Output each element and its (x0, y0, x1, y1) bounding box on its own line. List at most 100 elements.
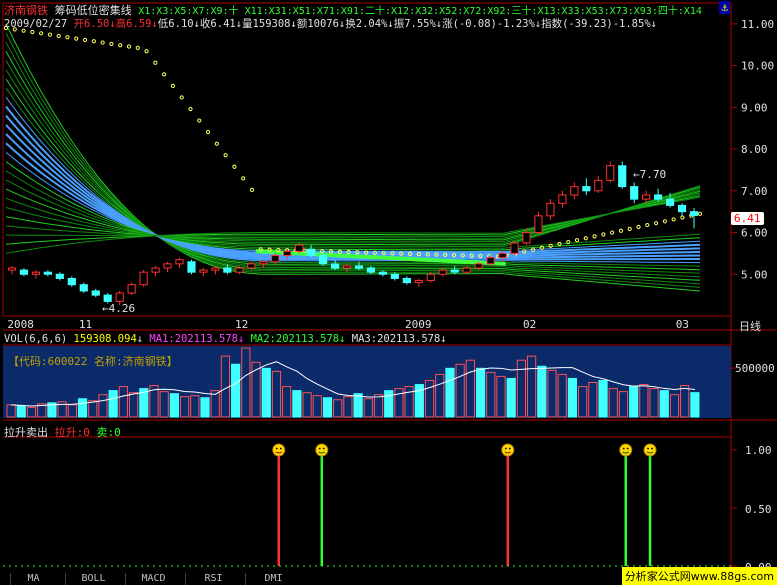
candle-body (642, 194, 651, 200)
candle-body (247, 263, 256, 269)
candle-body (115, 292, 124, 302)
resistance-dot (223, 153, 228, 158)
high-annotation: ←7.70 (633, 168, 667, 181)
resistance-dot (214, 141, 219, 146)
price-tick-label: 8.00 (741, 143, 768, 156)
period-label[interactable]: 日线 (739, 318, 761, 334)
candle-body (259, 261, 268, 265)
close-label: 收 (199, 18, 211, 30)
candle-body (223, 267, 232, 273)
low-label: 低 (157, 18, 169, 30)
lock-icon[interactable]: ⚓ (719, 1, 730, 14)
volume-bar (506, 377, 516, 418)
change-label: 涨 (442, 18, 453, 30)
turnover-label: 换 (345, 18, 356, 30)
resistance-dot (65, 35, 70, 40)
candle-body (378, 271, 388, 275)
tab-ma[interactable]: MA (10, 573, 56, 585)
candle-body (79, 284, 88, 292)
open-value: 6.50 (84, 18, 110, 30)
resistance-dot (197, 118, 202, 123)
resistance-dot (118, 43, 123, 48)
smile-icon-eye (504, 447, 507, 450)
candle-body (175, 259, 184, 265)
resistance-dot (91, 39, 96, 44)
price-tick-label: 7.00 (741, 185, 768, 198)
volume-label: 量 (242, 18, 253, 30)
candle-body (594, 179, 603, 192)
turnover-value: 2.04% (355, 18, 388, 30)
candle-body (558, 194, 567, 204)
signal-axis-05: 0.50 (745, 503, 772, 516)
smile-icon-eye (275, 447, 278, 450)
low-value: 6.10 (168, 18, 194, 30)
candle-body (522, 232, 531, 244)
high-label: 高 (115, 18, 127, 30)
chip-distribution-lines (5, 23, 701, 292)
signal-title: 拉升卖出 (4, 426, 48, 439)
close-value: 6.41 (210, 18, 236, 30)
candle-body (318, 254, 328, 265)
resistance-dot (574, 238, 580, 243)
resistance-dot (205, 130, 211, 135)
volume-bar (475, 367, 486, 418)
candle-body (630, 186, 639, 200)
price-tick-label: 9.00 (741, 101, 768, 114)
high-value: 6.59 (126, 18, 152, 30)
volume-bar (537, 365, 547, 418)
candle-body (426, 273, 435, 282)
candle-body (606, 165, 615, 181)
quote-date: 2009/02/27 (4, 18, 68, 30)
candle-body (665, 198, 675, 206)
volume-bar (292, 390, 302, 418)
smile-icon (272, 443, 286, 457)
candle-body (438, 269, 447, 275)
amount-label: 额 (296, 18, 308, 30)
tab-rsi[interactable]: RSI (185, 573, 241, 585)
ma3-label: MA3: (351, 333, 378, 345)
tab-macd[interactable]: MACD (125, 573, 181, 585)
resistance-dot (162, 72, 167, 77)
amplitude-value: 7.55% (404, 18, 436, 30)
price-tick-label: 11.00 (741, 18, 774, 31)
candle-body (271, 254, 280, 263)
tab-boll[interactable]: BOLL (65, 573, 121, 585)
candle-body (677, 204, 687, 213)
neutral-face-icon-eye (318, 447, 321, 450)
volume-bar (16, 405, 26, 418)
candle-body (618, 165, 627, 188)
volume-bar (108, 390, 118, 418)
volume-bar (322, 397, 333, 418)
resistance-dot (249, 187, 255, 192)
chart-canvas[interactable]: 11.00 10.00 9.00 8.00 7.00 6.00 5.00 (0, 0, 777, 585)
change-value: (-0.08)-1.23% (452, 18, 535, 30)
ma2-label: MA2: (250, 333, 276, 345)
neutral-face-icon (643, 443, 657, 457)
candle-body (546, 202, 555, 217)
time-label: 03 (675, 318, 689, 331)
candle-body (55, 273, 64, 279)
volume-bar (567, 377, 578, 418)
signal-sell-label: 卖: (96, 426, 115, 439)
candle-body (689, 211, 699, 216)
volume-axis-label: 500000 (735, 362, 775, 375)
candle-body (7, 267, 17, 271)
ma3-value: 202113.578 (377, 333, 441, 345)
tab-dmi[interactable]: DMI (245, 573, 301, 585)
amount-value: 10076 (307, 18, 339, 30)
candle-body (462, 267, 471, 273)
signal-up-label: 拉升: (54, 426, 84, 439)
ma1-label: MA1: (149, 333, 175, 345)
neutral-face-icon (315, 443, 329, 457)
candle-body (390, 273, 399, 279)
candle-body (474, 263, 483, 269)
candle-body (127, 284, 136, 294)
candle-body (582, 186, 591, 192)
candle-body (31, 271, 41, 275)
resistance-dot (144, 49, 149, 54)
volume-bar (231, 363, 241, 418)
resistance-dot (636, 224, 641, 230)
resistance-dot (583, 236, 588, 241)
candle-body (498, 252, 507, 259)
neutral-face-icon-eye (626, 447, 629, 450)
